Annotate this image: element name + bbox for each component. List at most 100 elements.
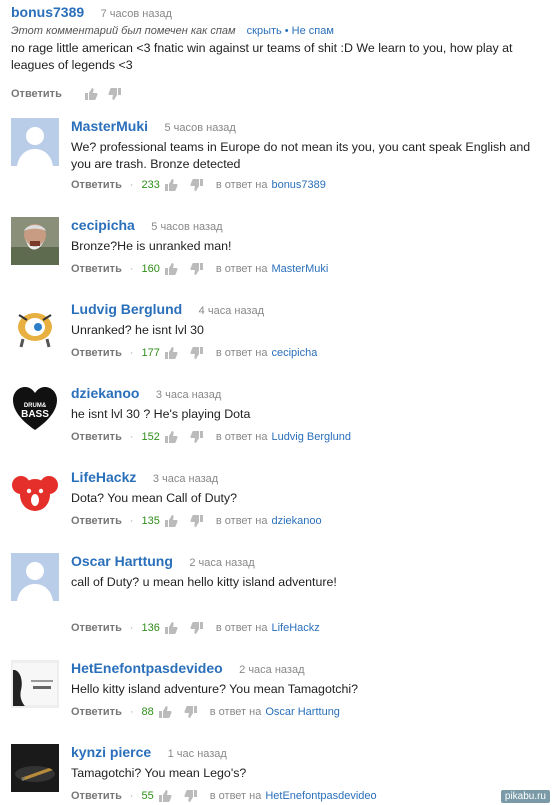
like-count: 160 <box>141 263 160 275</box>
thumbs-up-icon[interactable] <box>164 346 178 360</box>
dot-separator: · <box>129 706 134 718</box>
avatar-robot[interactable] <box>11 301 59 349</box>
dot-separator: · <box>129 790 134 802</box>
thumbs-down-icon[interactable] <box>184 705 198 719</box>
comment-author[interactable]: kynzi pierce <box>71 744 151 760</box>
spam-comment: bonus7389 7 часов назад Этот комментарий… <box>11 4 551 101</box>
comment-content: Ludvig Berglund 4 часа назад Unranked? h… <box>71 301 541 359</box>
like-count: 55 <box>141 790 154 802</box>
reply-to-link[interactable]: LifeHackz <box>271 622 319 634</box>
thumbs-down-icon[interactable] <box>190 514 204 528</box>
spam-notice-line: Этот комментарий был помечен как спам ск… <box>11 25 551 37</box>
comment-actions: Ответить · 177 в ответ на cecipicha <box>71 346 317 360</box>
comment-author[interactable]: cecipicha <box>71 217 135 233</box>
comment-time: 3 часа назад <box>152 473 219 485</box>
reply-button[interactable]: Ответить <box>71 347 122 359</box>
thumbs-down-icon[interactable] <box>190 178 204 192</box>
comment-content: MasterMuki 5 часов назад We? professiona… <box>71 118 541 191</box>
thumbs-down-icon[interactable] <box>190 621 204 635</box>
thumbs-up-icon[interactable] <box>164 514 178 528</box>
comment-author[interactable]: Oscar Harttung <box>71 553 173 569</box>
comment-text: Hello kitty island adventure? You mean T… <box>71 682 359 696</box>
comment-content: dziekanoo 3 часа назад he isnt lvl 30 ? … <box>71 385 541 443</box>
reply-to-prefix: в ответ на <box>209 706 262 718</box>
dot-separator: · <box>129 515 134 527</box>
thumbs-up-icon[interactable] <box>164 430 178 444</box>
dot-separator: • <box>284 25 289 37</box>
dot-separator: · <box>129 431 134 443</box>
thumbs-down-icon[interactable] <box>108 87 122 101</box>
comment-actions: Ответить · 55 в ответ на HetEnefontpasde… <box>71 789 377 803</box>
reply-to-link[interactable]: dziekanoo <box>271 515 321 527</box>
like-count: 135 <box>141 515 160 527</box>
thumbs-up-icon[interactable] <box>84 87 98 101</box>
comment-text: We? professional teams in Europe do not … <box>71 140 531 171</box>
comment-author[interactable]: Ludvig Berglund <box>71 301 182 317</box>
avatar-dark[interactable] <box>11 660 59 708</box>
reply-button[interactable]: Ответить <box>71 515 122 527</box>
reply-to-link[interactable]: Oscar Harttung <box>265 706 340 718</box>
comment-time: 4 часа назад <box>198 305 265 317</box>
spam-notice: Этот комментарий был помечен как спам <box>11 25 236 37</box>
comment-actions: Ответить · 160 в ответ на MasterMuki <box>71 262 328 276</box>
comment-content: LifeHackz 3 часа назад Dota? You mean Ca… <box>71 469 541 527</box>
reply-button[interactable]: Ответить <box>71 179 122 191</box>
thumbs-up-icon[interactable] <box>164 178 178 192</box>
comment-author[interactable]: dziekanoo <box>71 385 139 401</box>
reply-button[interactable]: Ответить <box>71 706 122 718</box>
reply-to-prefix: в ответ на <box>215 263 268 275</box>
comment-time: 5 часов назад <box>164 122 236 134</box>
avatar-koala[interactable] <box>11 469 59 517</box>
comment-actions: Ответить <box>11 87 551 101</box>
comment-time: 2 часа назад <box>189 557 255 569</box>
not-spam-link[interactable]: Не спам <box>292 25 334 37</box>
thumbs-down-icon[interactable] <box>190 430 204 444</box>
avatar-default[interactable] <box>11 118 59 166</box>
reply-button[interactable]: Ответить <box>71 263 122 275</box>
comment-content: cecipicha 5 часов назад Bronze?He is unr… <box>71 217 541 275</box>
reply-to-prefix: в ответ на <box>209 790 262 802</box>
thumbs-down-icon[interactable] <box>184 789 198 803</box>
comment-time: 2 часа назад <box>239 664 305 676</box>
comment-actions: Ответить · 233 в ответ на bonus7389 <box>71 178 326 192</box>
reply-to-prefix: в ответ на <box>215 515 268 527</box>
reply-button[interactable]: Ответить <box>11 88 62 100</box>
comment-text: no rage little american <3 fnatic win ag… <box>11 41 513 72</box>
hide-link[interactable]: скрыть <box>247 25 282 37</box>
thumbs-up-icon[interactable] <box>164 621 178 635</box>
thumbs-down-icon[interactable] <box>190 346 204 360</box>
comment-author[interactable]: bonus7389 <box>11 4 84 20</box>
like-count: 88 <box>141 706 154 718</box>
reply-to-link[interactable]: bonus7389 <box>271 179 325 191</box>
thumbs-up-icon[interactable] <box>158 705 172 719</box>
reply-button[interactable]: Ответить <box>71 622 122 634</box>
comment-content: Oscar Harttung 2 часа назад call of Duty… <box>71 553 541 634</box>
reply-button[interactable]: Ответить <box>71 431 122 443</box>
comment-time: 3 часа назад <box>155 389 222 401</box>
comment-time: 7 часов назад <box>100 8 172 20</box>
reply-to-prefix: в ответ на <box>215 431 268 443</box>
like-count: 233 <box>141 179 160 191</box>
avatar-blade[interactable] <box>11 744 59 792</box>
like-count: 152 <box>141 431 160 443</box>
reply-to-prefix: в ответ на <box>215 179 268 191</box>
thumbs-up-icon[interactable] <box>164 262 178 276</box>
reply-to-link[interactable]: MasterMuki <box>271 263 328 275</box>
avatar-photo[interactable] <box>11 217 59 265</box>
thumbs-down-icon[interactable] <box>190 262 204 276</box>
reply-to-link[interactable]: Ludvig Berglund <box>271 431 351 443</box>
reply-to-link[interactable]: cecipicha <box>271 347 317 359</box>
comment-text: Dota? You mean Call of Duty? <box>71 491 238 505</box>
comment-author[interactable]: LifeHackz <box>71 469 136 485</box>
comment-author[interactable]: MasterMuki <box>71 118 148 134</box>
comment-content: kynzi pierce 1 час назад Tamagotchi? You… <box>71 744 541 802</box>
comment-author[interactable]: HetEnefontpasdevideo <box>71 660 223 676</box>
thumbs-up-icon[interactable] <box>158 789 172 803</box>
avatar-heart[interactable]: DRUM& BASS <box>11 385 59 433</box>
comment-time: 1 час назад <box>167 748 227 760</box>
reply-to-link[interactable]: HetEnefontpasdevideo <box>265 790 376 802</box>
dot-separator: · <box>129 347 134 359</box>
comment-text: he isnt lvl 30 ? He's playing Dota <box>71 407 251 421</box>
avatar-default[interactable] <box>11 553 59 601</box>
reply-button[interactable]: Ответить <box>71 790 122 802</box>
